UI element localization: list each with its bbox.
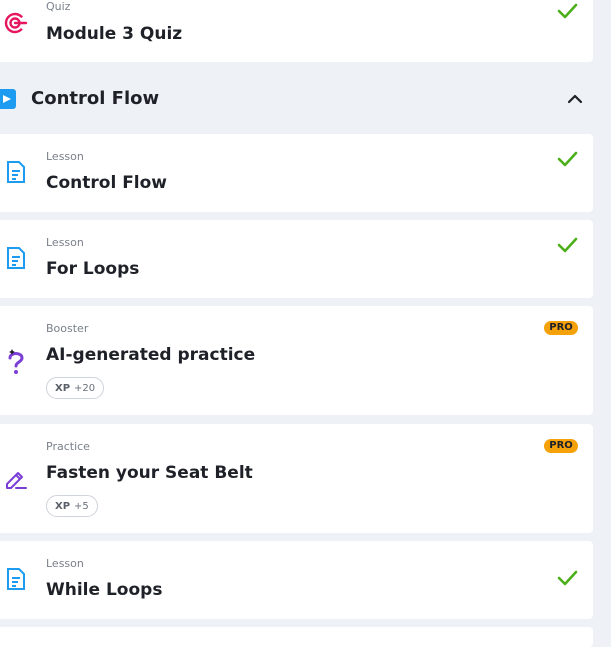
checkmark-icon [556, 236, 578, 254]
list-item-while-loops[interactable]: Lesson While Loops [0, 541, 593, 619]
pro-badge: PRO [544, 439, 578, 453]
checkmark-icon [556, 2, 578, 20]
xp-label: XP [55, 382, 71, 394]
item-type-label: Practice [46, 440, 90, 453]
list-item-for-loops[interactable]: Lesson For Loops [0, 220, 593, 298]
item-title: Module 3 Quiz [46, 24, 183, 44]
list-item-next[interactable] [0, 627, 593, 647]
list-item-module-3-quiz[interactable]: Quiz Module 3 Quiz [0, 0, 593, 62]
target-icon [4, 11, 28, 35]
item-title: While Loops [46, 580, 163, 600]
edit-pencil-icon [4, 467, 28, 491]
xp-badge: XP +20 [46, 377, 105, 399]
play-icon [0, 89, 16, 109]
xp-label: XP [55, 500, 71, 512]
xp-value: +5 [74, 500, 89, 512]
item-title: For Loops [46, 259, 140, 279]
item-type-label: Booster [46, 322, 89, 335]
checkmark-icon [556, 569, 578, 587]
item-type-label: Quiz [46, 0, 71, 13]
xp-value: +20 [74, 382, 96, 394]
lesson-doc-icon [4, 160, 28, 184]
lesson-doc-icon [4, 246, 28, 270]
item-type-label: Lesson [46, 236, 84, 249]
item-title: Control Flow [46, 173, 168, 193]
item-title: AI-generated practice [46, 345, 256, 365]
item-title: Fasten your Seat Belt [46, 463, 253, 483]
section-header-control-flow[interactable]: Control Flow [0, 82, 593, 116]
lesson-doc-icon [4, 567, 28, 591]
question-sparkle-icon [4, 348, 28, 374]
section-title: Control Flow [31, 88, 160, 109]
chevron-up-icon[interactable] [566, 90, 584, 108]
list-item-ai-generated-practice[interactable]: Booster AI-generated practice PRO XP +20 [0, 306, 593, 415]
list-item-control-flow[interactable]: Lesson Control Flow [0, 134, 593, 212]
xp-badge: XP +5 [46, 495, 98, 517]
checkmark-icon [556, 150, 578, 168]
item-type-label: Lesson [46, 150, 84, 163]
list-item-fasten-your-seat-belt[interactable]: Practice Fasten your Seat Belt PRO XP +5 [0, 424, 593, 533]
item-type-label: Lesson [46, 557, 84, 570]
pro-badge: PRO [544, 321, 578, 335]
